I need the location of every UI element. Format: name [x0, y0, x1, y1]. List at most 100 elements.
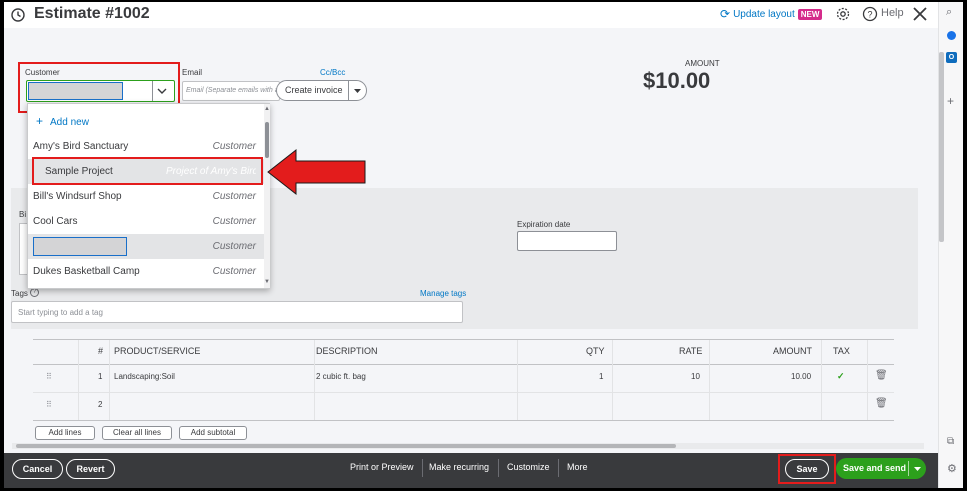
scroll-up-icon[interactable]: ▲: [264, 106, 270, 112]
cancel-button[interactable]: Cancel: [12, 459, 63, 479]
table-header-border: [33, 364, 894, 365]
customize-link[interactable]: Customize: [507, 462, 550, 472]
add-lines-button[interactable]: Add lines: [35, 426, 95, 440]
list-item[interactable]: Cool Cars Customer: [28, 209, 264, 234]
customer-name: Amy's Bird Sanctuary: [33, 141, 129, 152]
outlook-icon[interactable]: O: [946, 52, 957, 63]
table-row-rate[interactable]: 10: [691, 372, 700, 381]
col-header-product: PRODUCT/SERVICE: [114, 346, 201, 356]
vertical-scrollbar[interactable]: [939, 52, 944, 242]
split-divider: [908, 461, 909, 476]
right-sidebar: ⌕ O + ⧉ ⚙: [938, 2, 963, 488]
history-icon[interactable]: [10, 7, 26, 23]
trash-icon[interactable]: 🗑: [875, 398, 888, 409]
customer-type: Customer: [212, 241, 256, 252]
close-icon[interactable]: [911, 5, 929, 23]
sidebar-expand-icon[interactable]: ⧉: [947, 436, 954, 447]
header-bar: Estimate #1002 ⟳ Update layout NEW ? Hel…: [4, 2, 938, 28]
tags-help-icon[interactable]: ?: [30, 288, 39, 297]
plus-icon[interactable]: +: [947, 94, 954, 108]
customer-dropdown: + Add new Amy's Bird Sanctuary Customer …: [27, 103, 270, 289]
revert-button[interactable]: Revert: [66, 459, 115, 479]
add-new-label: Add new: [50, 117, 89, 128]
col-divider: [821, 340, 822, 420]
update-layout-label: Update layout: [733, 8, 795, 20]
help-icon[interactable]: ?: [862, 6, 878, 22]
customer-type: Customer: [212, 266, 256, 277]
create-invoice-button[interactable]: Create invoice: [276, 80, 367, 101]
col-divider: [78, 340, 79, 420]
trash-icon[interactable]: 🗑: [875, 370, 888, 381]
list-item[interactable]: Bill's Windsurf Shop Customer: [28, 184, 264, 209]
list-item[interactable]: Customer: [28, 234, 264, 259]
dropdown-scrollbar-track: ▲ ▼: [264, 104, 270, 288]
make-recurring-link[interactable]: Make recurring: [429, 462, 489, 472]
email-field[interactable]: Email (Separate emails with a comma): [182, 81, 280, 101]
scroll-down-icon[interactable]: ▼: [264, 279, 270, 285]
customer-type: Customer: [212, 141, 256, 152]
col-header-amount: AMOUNT: [773, 346, 812, 356]
expiration-date-input[interactable]: [517, 231, 617, 251]
plus-icon: +: [36, 114, 44, 128]
refresh-icon: ⟳: [720, 7, 731, 21]
billing-address-label: Bi: [19, 210, 27, 219]
more-link[interactable]: More: [567, 462, 588, 472]
red-arrow-icon: [267, 148, 366, 196]
add-subtotal-button[interactable]: Add subtotal: [179, 426, 247, 440]
drag-handle-icon[interactable]: ⠿: [46, 400, 52, 409]
tax-check-icon[interactable]: ✓: [837, 371, 845, 382]
col-divider: [709, 340, 710, 420]
horizontal-scrollbar-thumb[interactable]: [16, 444, 676, 448]
add-new-item[interactable]: + Add new: [28, 109, 264, 134]
table-row-amount[interactable]: 10.00: [791, 372, 811, 381]
col-header-description: DESCRIPTION: [316, 346, 378, 356]
sidebar-settings-icon[interactable]: ⚙: [947, 462, 957, 475]
copilot-icon[interactable]: [947, 31, 956, 40]
horizontal-scrollbar-track: [12, 443, 924, 449]
amount-total: $10.00: [643, 68, 711, 93]
footer-separator: [498, 459, 499, 477]
save-and-send-label: Save and send: [843, 463, 907, 473]
table-row-number: 1: [98, 372, 103, 381]
list-item[interactable]: Dukes Basketball Camp Customer: [28, 259, 264, 284]
svg-text:?: ?: [867, 10, 872, 20]
new-badge: NEW: [797, 8, 823, 20]
footer-bar: Cancel Revert Print or Preview Make recu…: [4, 453, 938, 488]
email-label: Email: [182, 68, 203, 77]
save-and-send-button[interactable]: Save and send: [836, 458, 926, 479]
customer-input-value[interactable]: [28, 82, 123, 100]
col-header-tax: TAX: [833, 346, 850, 356]
dropdown-arrow-icon[interactable]: [913, 465, 922, 473]
col-header-number: #: [98, 346, 104, 356]
table-row-product[interactable]: Landscaping:Soil: [114, 372, 175, 381]
search-icon[interactable]: ⌕: [946, 6, 952, 19]
gear-icon[interactable]: [835, 6, 851, 22]
amount-label: AMOUNT: [685, 59, 720, 68]
customer-type: Customer: [212, 216, 256, 227]
drag-handle-icon[interactable]: ⠿: [46, 372, 52, 381]
table-row-qty[interactable]: 1: [599, 372, 603, 381]
project-highlight-box: [32, 157, 263, 185]
cc-bcc-link[interactable]: Cc/Bcc: [320, 68, 345, 77]
dropdown-arrow-icon[interactable]: [353, 87, 362, 95]
customer-name: Cool Cars: [33, 216, 78, 227]
create-invoice-label: Create invoice: [285, 85, 343, 95]
list-item[interactable]: Amy's Bird Sanctuary Customer: [28, 134, 264, 159]
table-row-number: 2: [98, 400, 103, 409]
customer-label: Customer: [25, 68, 60, 77]
tags-input[interactable]: Start typing to add a tag: [11, 301, 463, 323]
update-layout-link[interactable]: ⟳ Update layout NEW: [720, 7, 823, 21]
print-preview-link[interactable]: Print or Preview: [350, 462, 414, 472]
customer-select[interactable]: [26, 80, 175, 102]
estimate-window: Estimate #1002 ⟳ Update layout NEW ? Hel…: [4, 2, 963, 488]
chevron-down-icon[interactable]: [156, 86, 168, 96]
clear-all-lines-button[interactable]: Clear all lines: [102, 426, 172, 440]
footer-separator: [558, 459, 559, 477]
save-button[interactable]: Save: [785, 459, 829, 479]
customer-name: Dukes Basketball Camp: [33, 266, 140, 277]
manage-tags-link[interactable]: Manage tags: [420, 289, 466, 298]
page-title: Estimate #1002: [34, 5, 150, 22]
tags-label: Tags: [11, 289, 28, 298]
table-row-description[interactable]: 2 cubic ft. bag: [316, 372, 366, 381]
help-label[interactable]: Help: [881, 7, 904, 19]
